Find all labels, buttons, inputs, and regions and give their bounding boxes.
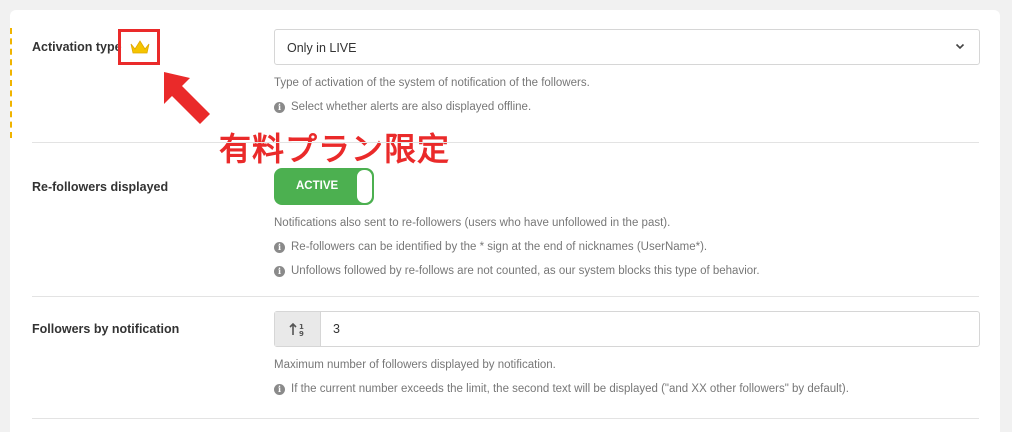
toggle-label: ACTIVE [296,180,339,192]
refollowers-note-1-text: Re-followers can be identified by the * … [291,241,708,253]
followers-note-text: If the current number exceeds the limit,… [291,383,849,395]
red-arrow-icon [164,72,210,124]
toggle-knob [357,170,372,203]
activation-type-label: Activation type [32,40,122,54]
followers-by-notification-label: Followers by notification [32,322,180,336]
activation-type-note-text: Select whether alerts are also displayed… [291,101,532,113]
info-icon: i [274,101,285,113]
refollowers-note-1: i Re-followers can be identified by the … [274,241,707,253]
followers-help: Maximum number of followers displayed by… [274,359,556,371]
section-divider [32,296,979,297]
refollowers-note-2: i Unfollows followed by re-follows are n… [274,265,760,277]
info-icon: i [274,265,285,277]
crown-highlight-box [118,29,160,65]
crown-icon [130,40,150,54]
section-divider [32,418,979,419]
followers-note: i If the current number exceeds the limi… [274,383,849,395]
paid-plan-only-annotation: 有料プラン限定 [219,130,451,168]
refollowers-label: Re-followers displayed [32,180,169,194]
info-icon: i [274,241,285,253]
followers-number-value: 3 [333,322,340,336]
refollowers-toggle[interactable]: ACTIVE [274,168,374,205]
activation-type-help: Type of activation of the system of noti… [274,77,590,89]
chevron-down-icon [955,43,965,50]
activation-type-note: i Select whether alerts are also display… [274,101,531,113]
followers-number-input[interactable]: 1 9 3 [274,311,980,347]
sort-number-icon: 1 9 [275,312,321,346]
refollowers-help: Notifications also sent to re-followers … [274,217,671,229]
activation-type-value: Only in LIVE [287,41,357,55]
activation-type-select[interactable]: Only in LIVE [274,29,980,65]
section-divider [32,142,979,143]
info-icon: i [274,383,285,395]
accent-line [10,28,12,138]
svg-text:9: 9 [299,330,304,337]
refollowers-note-2-text: Unfollows followed by re-follows are not… [291,265,760,277]
